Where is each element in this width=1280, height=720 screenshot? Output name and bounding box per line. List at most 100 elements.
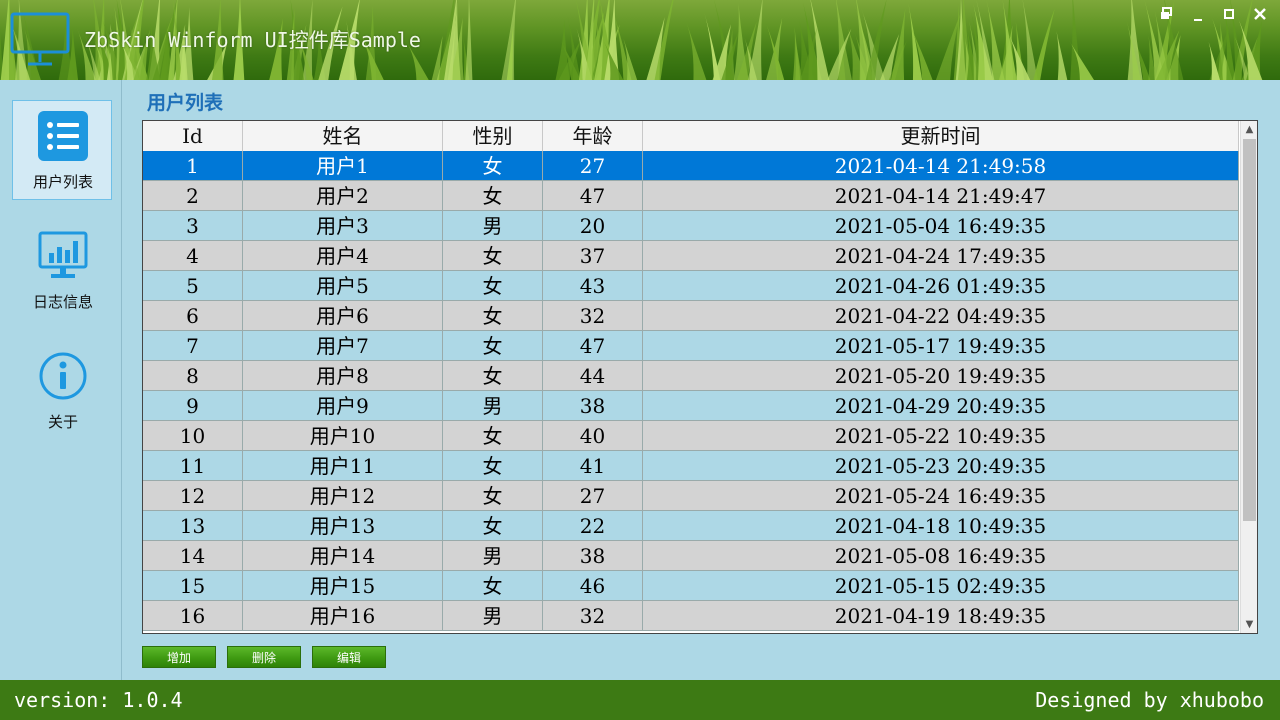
table-row[interactable]: 7 用户7 女 47 2021-05-17 19:49:35 <box>143 331 1239 361</box>
column-header-id[interactable]: Id <box>143 121 243 151</box>
minimize-icon[interactable] <box>1189 5 1207 23</box>
column-header-name[interactable]: 姓名 <box>243 121 443 151</box>
cell-id: 14 <box>143 541 243 571</box>
cell-id: 13 <box>143 511 243 541</box>
cell-age: 27 <box>543 481 643 511</box>
cell-name: 用户14 <box>243 541 443 571</box>
cell-gender: 女 <box>443 301 543 331</box>
sidebar: 用户列表 日志信息 关于 <box>0 80 122 680</box>
scroll-down-icon[interactable]: ▼ <box>1241 616 1257 633</box>
column-header-updated[interactable]: 更新时间 <box>643 121 1239 151</box>
cell-gender: 女 <box>443 151 543 181</box>
cell-gender: 男 <box>443 601 543 631</box>
sidebar-item-label: 日志信息 <box>32 293 93 311</box>
cell-gender: 男 <box>443 211 543 241</box>
page-title: 用户列表 <box>147 92 224 114</box>
cell-id: 5 <box>143 271 243 301</box>
cell-updated: 2021-04-24 17:49:35 <box>643 241 1239 271</box>
scroll-up-icon[interactable]: ▲ <box>1241 121 1257 138</box>
monitor-icon <box>10 12 70 66</box>
cell-gender: 女 <box>443 181 543 211</box>
cell-gender: 女 <box>443 481 543 511</box>
cell-updated: 2021-05-15 02:49:35 <box>643 571 1239 601</box>
user-data-grid[interactable]: Id 姓名 性别 年龄 更新时间 1 用户1 女 27 2021-04-14 21:49… <box>142 120 1258 634</box>
table-row[interactable]: 6 用户6 女 32 2021-04-22 04:49:35 <box>143 301 1239 331</box>
bar-chart-monitor-icon <box>38 231 88 278</box>
cell-name: 用户11 <box>243 451 443 481</box>
vertical-scrollbar[interactable]: ▲ ▼ <box>1240 121 1257 633</box>
cell-id: 11 <box>143 451 243 481</box>
maximize-icon[interactable] <box>1220 5 1238 23</box>
table-row[interactable]: 3 用户3 男 20 2021-05-04 16:49:35 <box>143 211 1239 241</box>
cell-name: 用户6 <box>243 301 443 331</box>
add-button[interactable]: 增加 <box>142 646 216 668</box>
cell-age: 37 <box>543 241 643 271</box>
cell-id: 7 <box>143 331 243 361</box>
sidebar-item-log-info[interactable]: 日志信息 <box>12 220 112 320</box>
cell-updated: 2021-04-14 21:49:58 <box>643 151 1239 181</box>
cell-age: 20 <box>543 211 643 241</box>
cell-updated: 2021-04-19 18:49:35 <box>643 601 1239 631</box>
cell-id: 4 <box>143 241 243 271</box>
table-row[interactable]: 14 用户14 男 38 2021-05-08 16:49:35 <box>143 541 1239 571</box>
title-bar: ZbSkin Winform UI控件库Sample <box>0 0 1280 80</box>
table-row[interactable]: 1 用户1 女 27 2021-04-14 21:49:58 <box>143 151 1239 181</box>
cell-updated: 2021-04-18 10:49:35 <box>643 511 1239 541</box>
app-title: ZbSkin Winform UI控件库Sample <box>84 28 421 52</box>
table-row[interactable]: 13 用户13 女 22 2021-04-18 10:49:35 <box>143 511 1239 541</box>
column-header-gender[interactable]: 性别 <box>443 121 543 151</box>
column-header-age[interactable]: 年龄 <box>543 121 643 151</box>
cell-id: 6 <box>143 301 243 331</box>
cell-id: 16 <box>143 601 243 631</box>
delete-button[interactable]: 删除 <box>227 646 301 668</box>
sidebar-item-about[interactable]: 关于 <box>12 340 112 440</box>
table-row[interactable]: 11 用户11 女 41 2021-05-23 20:49:35 <box>143 451 1239 481</box>
cell-name: 用户8 <box>243 361 443 391</box>
cell-id: 3 <box>143 211 243 241</box>
edit-button[interactable]: 编辑 <box>312 646 386 668</box>
cell-age: 44 <box>543 361 643 391</box>
cell-id: 8 <box>143 361 243 391</box>
cell-updated: 2021-05-04 16:49:35 <box>643 211 1239 241</box>
cell-updated: 2021-05-20 19:49:35 <box>643 361 1239 391</box>
cell-id: 2 <box>143 181 243 211</box>
cell-updated: 2021-04-26 01:49:35 <box>643 271 1239 301</box>
cell-gender: 男 <box>443 541 543 571</box>
cell-age: 46 <box>543 571 643 601</box>
cell-id: 15 <box>143 571 243 601</box>
table-row[interactable]: 5 用户5 女 43 2021-04-26 01:49:35 <box>143 271 1239 301</box>
cell-name: 用户7 <box>243 331 443 361</box>
cell-gender: 女 <box>443 511 543 541</box>
cell-age: 27 <box>543 151 643 181</box>
cell-age: 47 <box>543 331 643 361</box>
cell-id: 12 <box>143 481 243 511</box>
table-row[interactable]: 16 用户16 男 32 2021-04-19 18:49:35 <box>143 601 1239 631</box>
cell-updated: 2021-05-23 20:49:35 <box>643 451 1239 481</box>
table-row[interactable]: 2 用户2 女 47 2021-04-14 21:49:47 <box>143 181 1239 211</box>
cell-gender: 女 <box>443 241 543 271</box>
sidebar-item-label: 关于 <box>47 413 78 431</box>
cell-age: 41 <box>543 451 643 481</box>
cell-updated: 2021-05-17 19:49:35 <box>643 331 1239 361</box>
cell-id: 10 <box>143 421 243 451</box>
cell-age: 22 <box>543 511 643 541</box>
table-row[interactable]: 4 用户4 女 37 2021-04-24 17:49:35 <box>143 241 1239 271</box>
grid-rows: 1 用户1 女 27 2021-04-14 21:49:58 2 用户2 女 47 2021-04… <box>143 151 1239 631</box>
cell-updated: 2021-04-14 21:49:47 <box>643 181 1239 211</box>
close-icon[interactable] <box>1251 5 1269 23</box>
cell-gender: 女 <box>443 361 543 391</box>
table-row[interactable]: 10 用户10 女 40 2021-05-22 10:49:35 <box>143 421 1239 451</box>
cell-updated: 2021-05-22 10:49:35 <box>643 421 1239 451</box>
scroll-thumb[interactable] <box>1243 139 1256 521</box>
table-row[interactable]: 9 用户9 男 38 2021-04-29 20:49:35 <box>143 391 1239 421</box>
cell-name: 用户9 <box>243 391 443 421</box>
cell-id: 1 <box>143 151 243 181</box>
table-row[interactable]: 12 用户12 女 27 2021-05-24 16:49:35 <box>143 481 1239 511</box>
table-row[interactable]: 8 用户8 女 44 2021-05-20 19:49:35 <box>143 361 1239 391</box>
status-bar: version: 1.0.4 Designed by xhubobo <box>0 680 1280 720</box>
designer-label: Designed by xhubobo <box>1035 688 1264 712</box>
cell-gender: 女 <box>443 421 543 451</box>
sidebar-item-user-list[interactable]: 用户列表 <box>12 100 112 200</box>
table-row[interactable]: 15 用户15 女 46 2021-05-15 02:49:35 <box>143 571 1239 601</box>
restore-icon[interactable] <box>1158 5 1176 23</box>
